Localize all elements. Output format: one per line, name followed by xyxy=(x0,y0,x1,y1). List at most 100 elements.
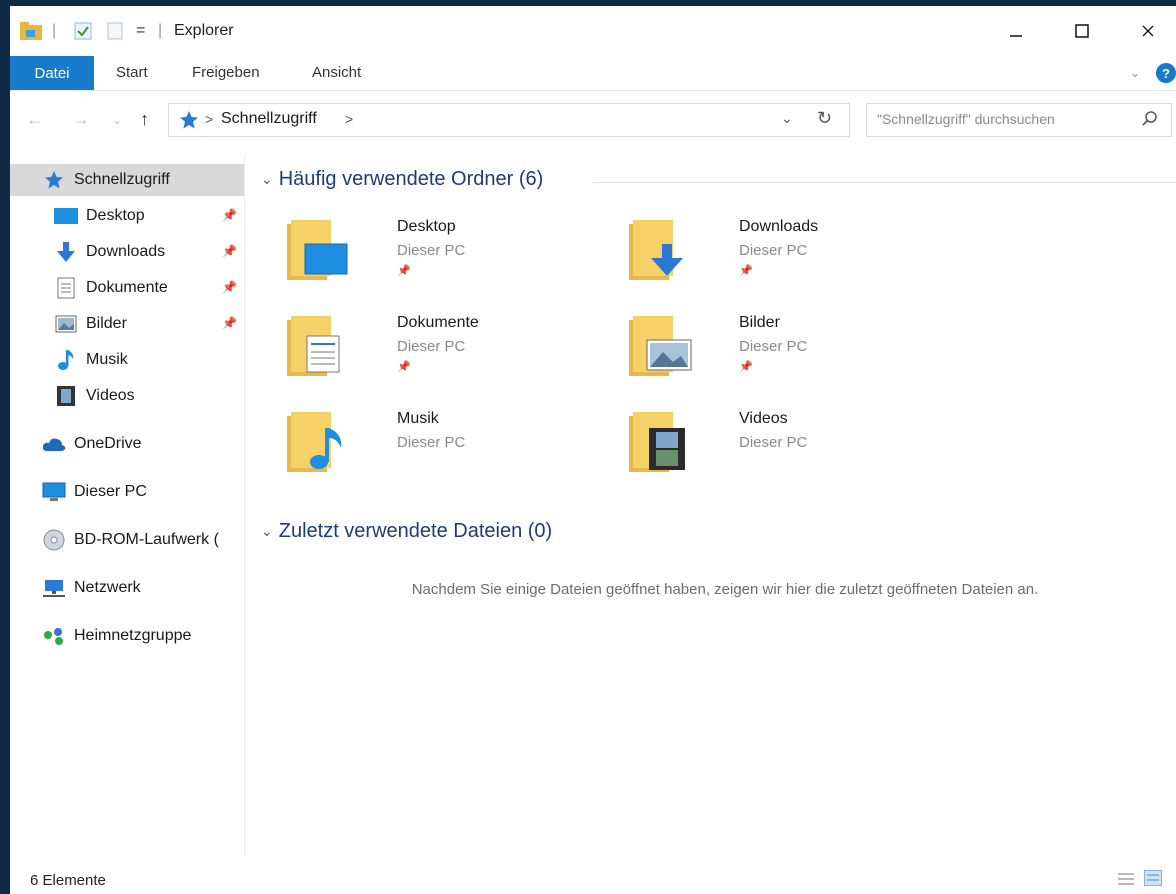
folder-name: Desktop xyxy=(397,218,456,235)
music-folder-icon xyxy=(287,412,342,472)
sidebar-item-bilder[interactable]: Bilder 📌 xyxy=(10,308,244,340)
refresh-icon[interactable]: ↻ xyxy=(817,108,832,129)
sidebar-item-bd-rom[interactable]: BD-ROM-Laufwerk ( xyxy=(10,524,244,556)
homegroup-icon xyxy=(42,624,66,648)
minimize-button[interactable] xyxy=(996,16,1036,46)
empty-recent-message: Nachdem Sie einige Dateien geöffnet habe… xyxy=(411,581,1039,598)
video-icon xyxy=(54,384,78,408)
desktop-folder-icon xyxy=(287,220,348,280)
ribbon-tabs: Datei Start Freigeben Ansicht ⌄ ? xyxy=(10,56,1176,91)
sidebar-item-label: Dokumente xyxy=(86,279,168,296)
sidebar-item-label: Schnellzugriff xyxy=(74,171,170,188)
search-icon[interactable] xyxy=(1141,110,1159,133)
address-path[interactable]: Schnellzugriff xyxy=(221,110,317,128)
desktop-icon xyxy=(54,204,78,228)
back-arrow-icon[interactable]: ← xyxy=(26,109,44,130)
address-dropdown-icon[interactable]: ⌄ xyxy=(781,110,793,127)
folder-tile-musik[interactable]: Musik Dieser PC xyxy=(287,406,587,486)
sidebar-item-label: Musik xyxy=(86,351,128,368)
content-pane: ⌄ Häufig verwendete Ordner (6) Desktop D… xyxy=(245,156,1176,856)
folder-icon[interactable] xyxy=(20,20,42,42)
expand-ribbon-icon[interactable]: ⌄ xyxy=(1130,66,1140,80)
maximize-button[interactable] xyxy=(1062,16,1102,46)
folder-name: Musik xyxy=(397,410,439,427)
forward-arrow-icon[interactable]: → xyxy=(72,109,90,130)
pin-icon: 📌 xyxy=(222,244,237,258)
sidebar-item-dieser-pc[interactable]: Dieser PC xyxy=(10,476,244,508)
folder-name: Videos xyxy=(739,410,788,427)
document-icon xyxy=(54,276,78,300)
path-separator[interactable]: > xyxy=(345,111,353,127)
folder-tile-bilder[interactable]: Bilder Dieser PC 📌 xyxy=(629,310,929,390)
tab-freigeben[interactable]: Freigeben xyxy=(192,64,260,81)
sidebar-item-heimnetzgruppe[interactable]: Heimnetzgruppe xyxy=(10,620,244,652)
image-icon xyxy=(54,312,78,336)
sidebar-item-label: Downloads xyxy=(86,243,166,260)
sidebar-item-videos[interactable]: Videos xyxy=(10,380,244,412)
pin-icon: 📌 xyxy=(739,265,753,277)
path-separator: > xyxy=(205,111,214,127)
sidebar-item-downloads[interactable]: Downloads 📌 xyxy=(10,236,244,268)
quick-access-dropdown-icon[interactable]: = xyxy=(136,20,145,42)
group-title: Zuletzt verwendete Dateien (0) xyxy=(278,520,553,542)
sidebar-item-musik[interactable]: Musik xyxy=(10,344,244,376)
cloud-icon xyxy=(42,432,66,456)
folder-tile-desktop[interactable]: Desktop Dieser PC 📌 xyxy=(287,214,587,294)
folder-location: Dieser PC xyxy=(739,338,808,355)
music-icon xyxy=(54,348,78,372)
tab-datei[interactable]: Datei xyxy=(10,56,94,90)
up-arrow-icon[interactable]: ↑ xyxy=(140,109,149,130)
group-header-recent[interactable]: ⌄ Zuletzt verwendete Dateien (0) xyxy=(261,520,552,543)
folder-tile-dokumente[interactable]: Dokumente Dieser PC 📌 xyxy=(287,310,587,390)
sidebar-item-schnellzugriff[interactable]: Schnellzugriff xyxy=(10,164,244,196)
sidebar-item-desktop[interactable]: Desktop 📌 xyxy=(10,200,244,232)
collapse-chevron-icon[interactable]: ⌄ xyxy=(261,523,273,540)
separator: | xyxy=(52,22,57,39)
folder-location: Dieser PC xyxy=(739,434,808,451)
help-button[interactable]: ? xyxy=(1156,63,1176,83)
sidebar-item-dokumente[interactable]: Dokumente 📌 xyxy=(10,272,244,304)
sidebar-item-netzwerk[interactable]: Netzwerk xyxy=(10,572,244,604)
folder-tile-videos[interactable]: Videos Dieser PC xyxy=(629,406,929,486)
window-title: Explorer xyxy=(174,22,234,39)
sidebar-item-label: Dieser PC xyxy=(74,483,147,500)
sidebar-item-label: Heimnetzgruppe xyxy=(74,627,192,644)
network-icon xyxy=(42,576,66,600)
tiles-view-icon[interactable] xyxy=(1143,869,1163,891)
explorer-window: | = | Explorer Datei Start Freigeben Ans… xyxy=(10,6,1176,894)
pin-icon: 📌 xyxy=(222,208,237,222)
folder-location: Dieser PC xyxy=(397,338,466,355)
group-title: Häufig verwendete Ordner (6) xyxy=(278,168,544,190)
sidebar-item-label: Netzwerk xyxy=(74,579,141,596)
tab-ansicht[interactable]: Ansicht xyxy=(312,64,361,81)
new-folder-icon[interactable] xyxy=(106,20,124,42)
tab-start[interactable]: Start xyxy=(116,64,148,81)
sidebar-item-label: OneDrive xyxy=(74,435,142,452)
properties-icon[interactable] xyxy=(74,20,92,42)
downloads-folder-icon xyxy=(629,220,683,280)
download-icon xyxy=(54,240,78,264)
documents-folder-icon xyxy=(287,316,340,376)
search-placeholder: "Schnellzugriff" durchsuchen xyxy=(877,111,1055,127)
folder-tile-downloads[interactable]: Downloads Dieser PC 📌 xyxy=(629,214,929,294)
collapse-chevron-icon[interactable]: ⌄ xyxy=(261,171,273,188)
close-button[interactable] xyxy=(1128,16,1168,46)
sidebar-item-onedrive[interactable]: OneDrive xyxy=(10,428,244,460)
sidebar-item-label: BD-ROM-Laufwerk ( xyxy=(74,531,219,548)
folder-name: Bilder xyxy=(739,314,780,331)
pin-icon: 📌 xyxy=(397,361,411,373)
item-count: 6 Elemente xyxy=(30,872,106,889)
search-input[interactable]: "Schnellzugriff" durchsuchen xyxy=(866,103,1172,137)
status-bar: 6 Elemente xyxy=(10,864,1176,894)
star-icon xyxy=(179,110,199,135)
pin-icon: 📌 xyxy=(397,265,411,277)
details-view-icon[interactable] xyxy=(1118,872,1134,891)
sidebar-item-label: Desktop xyxy=(86,207,145,224)
navigation-pane: Schnellzugriff Desktop 📌 Downloads 📌 Dok… xyxy=(10,156,245,856)
recent-locations-icon[interactable]: ⌄ xyxy=(112,113,122,127)
separator: | xyxy=(158,22,163,39)
star-icon xyxy=(42,168,66,192)
group-header-frequent[interactable]: ⌄ Häufig verwendete Ordner (6) xyxy=(261,168,543,191)
navigation-bar: ← → ⌄ ↑ > Schnellzugriff > ⌄ ↻ "Schnellz… xyxy=(10,91,1176,147)
address-bar[interactable]: > Schnellzugriff > ⌄ ↻ xyxy=(168,103,850,137)
